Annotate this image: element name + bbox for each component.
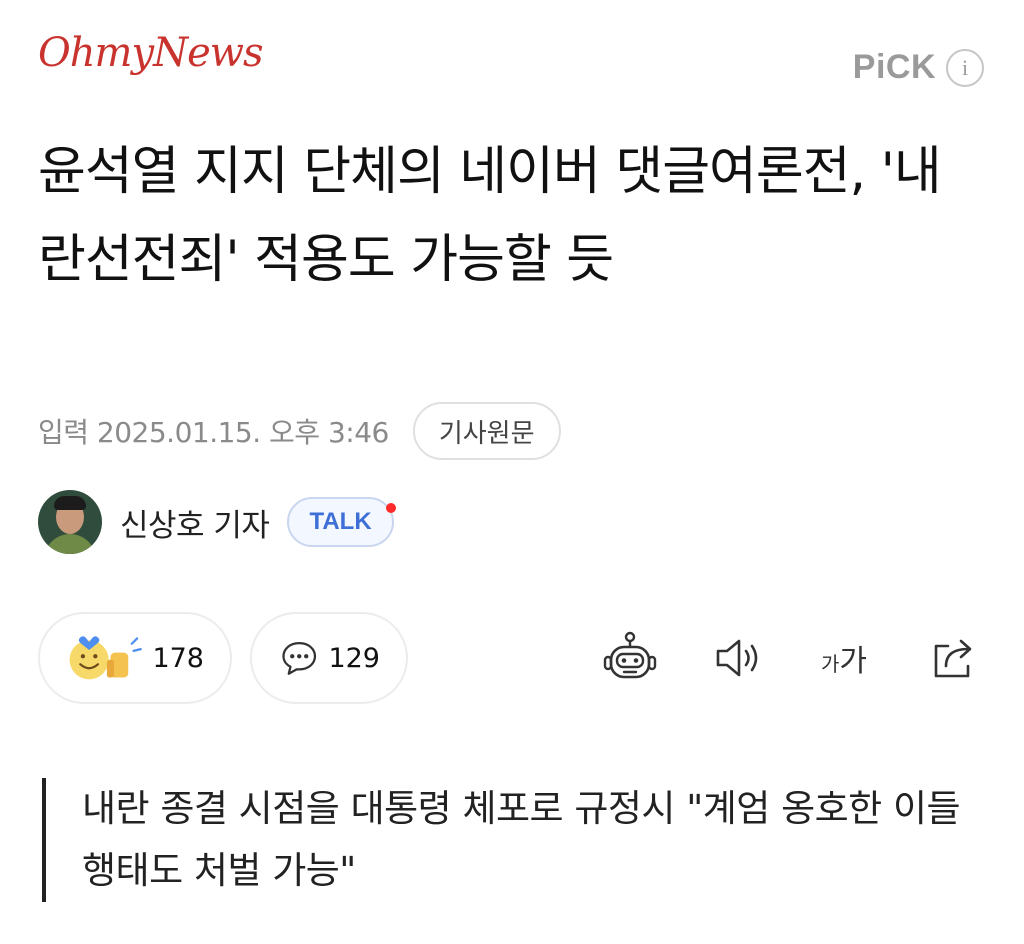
article-header: OhmyNews PiCK i [0,0,1024,130]
talk-button[interactable]: TALK [287,497,396,547]
font-size-button[interactable]: 가가 [812,626,876,690]
author-name[interactable]: 신상호 기자 [120,500,270,545]
action-bar: 178 129 가가 [38,612,986,704]
author-avatar[interactable] [38,490,102,554]
comment-count: 129 [328,642,380,674]
pick-label: PiCK [852,48,936,86]
reaction-count: 178 [152,642,204,674]
ai-robot-icon [603,631,657,679]
comment-button[interactable]: 129 [250,612,408,704]
listen-button[interactable] [706,626,770,690]
original-article-button[interactable]: 기사원문 [412,402,561,460]
pick-badge-group: PiCK i [853,48,984,87]
author-row: 신상호 기자 TALK [38,490,396,554]
speaker-icon [716,639,758,677]
share-icon [934,639,972,678]
notification-dot [385,503,396,513]
info-icon[interactable]: i [946,48,984,87]
reaction-emoji-icon [69,636,142,680]
font-size-icon: 가가 [820,644,867,679]
article-subheading: 내란 종결 시점을 대통령 체포로 규정시 "계엄 옹호한 이들 행태도 처벌 … [42,778,982,902]
talk-label: TALK [309,508,372,535]
speech-bubble-icon [282,642,317,675]
share-button[interactable] [922,626,986,690]
ai-summary-button[interactable] [598,626,662,690]
ohmynews-logo[interactable]: OhmyNews [38,30,264,76]
published-date: 입력 2025.01.15. 오후 3:46 [38,416,389,449]
article-meta: 입력 2025.01.15. 오후 3:46 기사원문 [38,402,561,460]
article-title: 윤석열 지지 단체의 네이버 댓글여론전, '내란선전죄' 적용도 가능할 듯 [38,142,942,290]
reaction-button[interactable]: 178 [38,612,232,704]
